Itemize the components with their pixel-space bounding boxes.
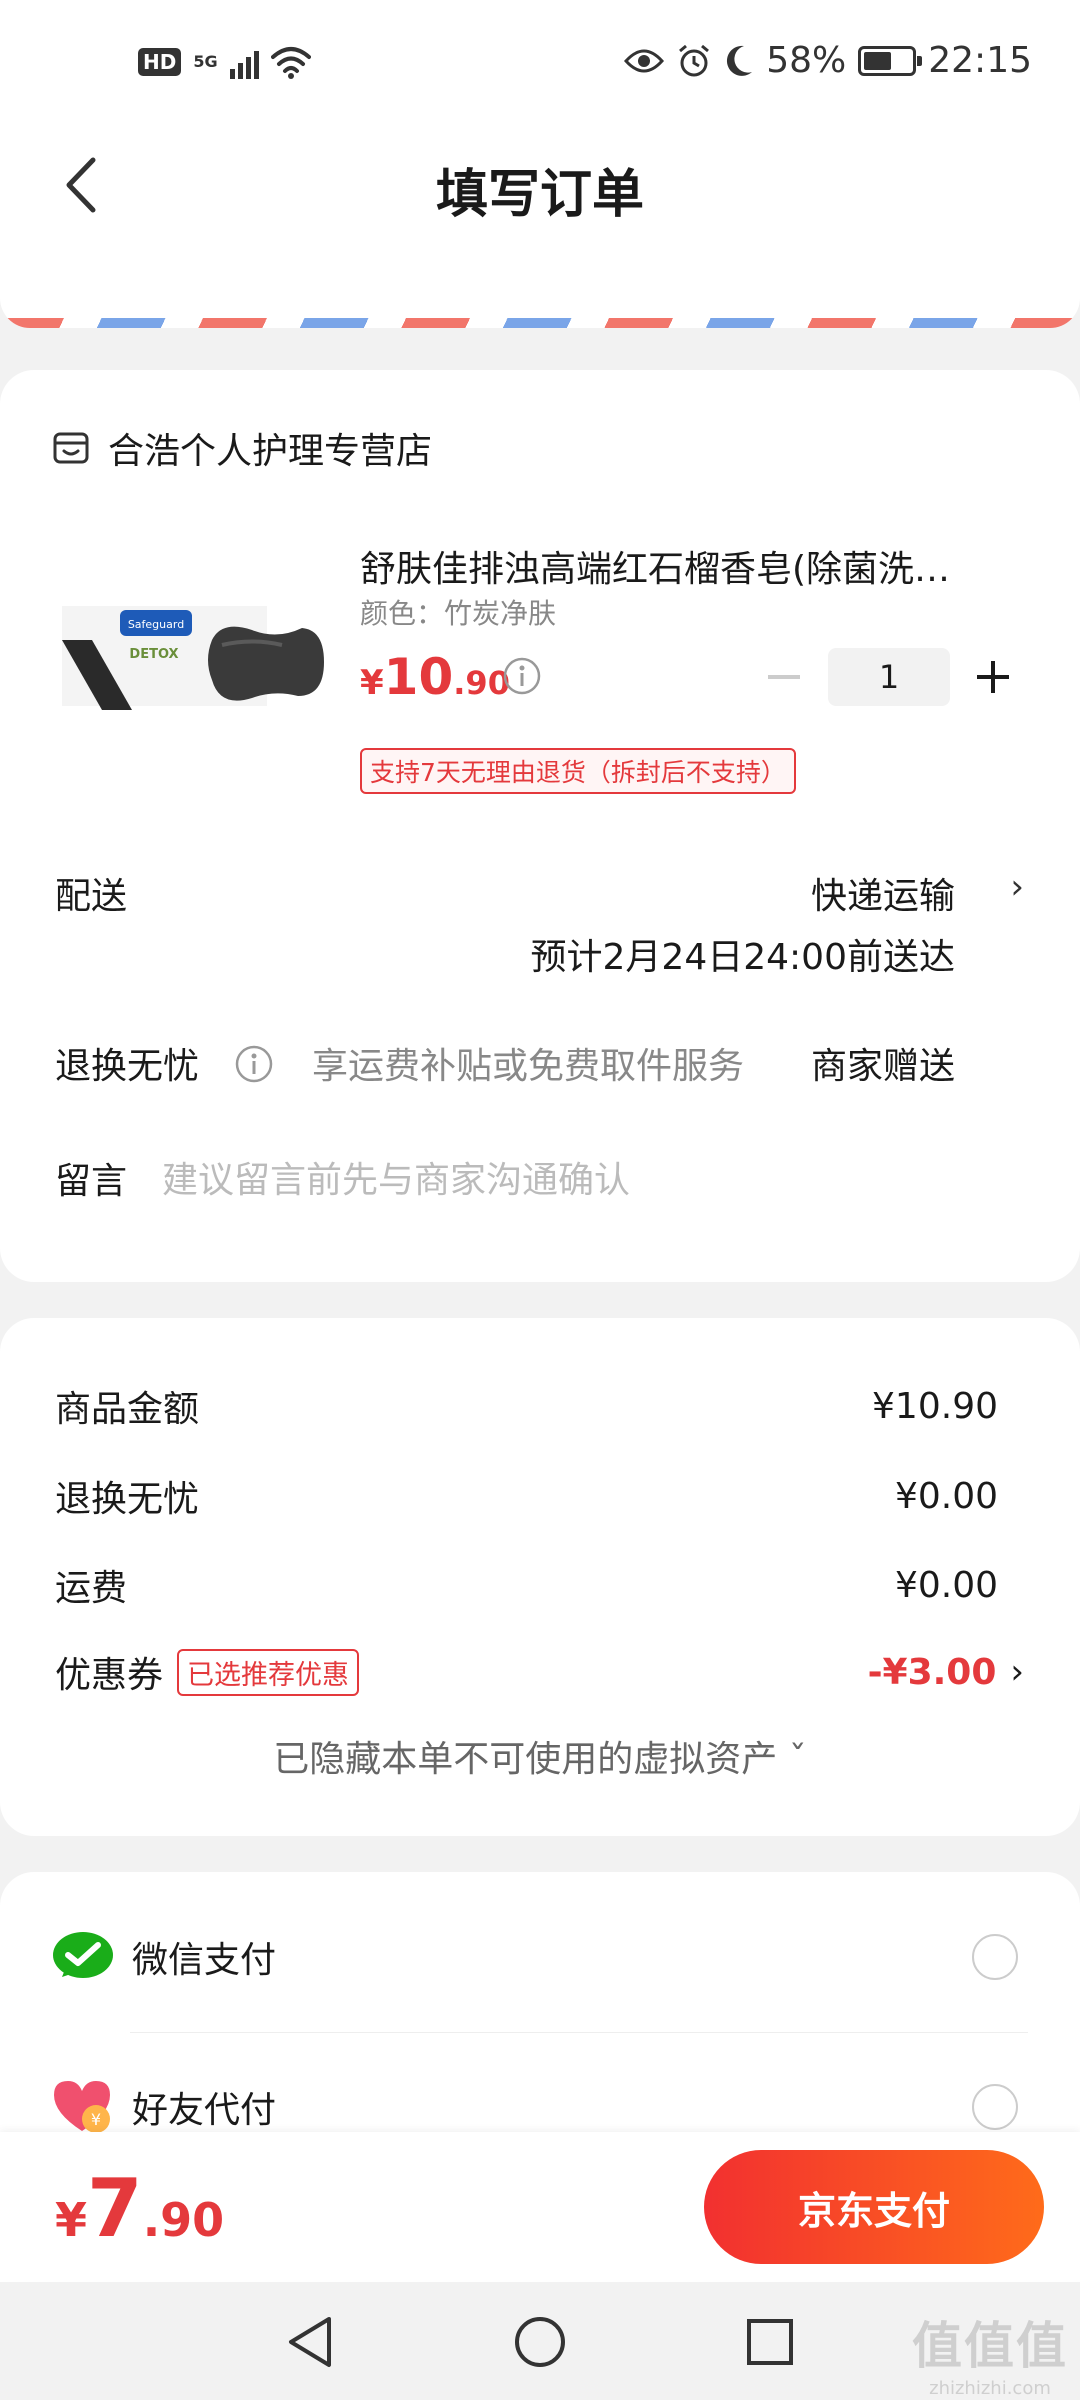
clock: 22:15 [928,40,1032,81]
alarm-icon [679,44,710,76]
price-info-icon[interactable] [502,656,542,696]
product-image[interactable]: Safeguard DETOX [62,600,324,720]
coupon-amount: -¥3.00 [867,1651,997,1693]
friend-pay-heart-icon: ¥ [54,2081,110,2133]
delivery-method[interactable]: 快递运输 [811,867,955,919]
hd-badge: HD [138,48,182,76]
wechat-pay-icon [53,1932,113,1978]
return-info-icon[interactable] [234,1044,274,1084]
battery-percent: 58% [766,40,847,81]
divider [130,2032,1028,2033]
chevron-right-icon[interactable]: › [1010,867,1024,907]
delivery-label: 配送 [55,876,128,917]
payment-methods-card: 微信支付 ¥ 好友代付 [0,1872,1080,2133]
message-input[interactable] [162,1152,1012,1208]
wechat-pay-option[interactable]: 微信支付 [52,1917,1028,1997]
goods-amount-label: 商品金额 [55,1389,200,1430]
return-fee-label: 退换无忧 [55,1479,200,1520]
battery-icon [858,45,923,76]
order-card: 合浩个人护理专营店 Safeguard DETOX 舒肤佳排浊高端红石榴香皂(除… [0,370,1080,1282]
wechat-pay-radio[interactable] [972,1934,1018,1980]
return-worry-desc: 享运费补贴或免费取件服务 [312,1046,745,1087]
message-label: 留言 [55,1161,128,1202]
square-recents-icon [747,2319,793,2365]
return-fee-row: 退换无忧 ¥0.00 [55,1470,998,1522]
shop-icon [53,432,89,464]
delivery-eta: 预计2月24日24:00前送达 [530,937,955,978]
quantity-decrease-button[interactable] [754,648,814,706]
network-type: 5G [193,52,218,71]
eye-icon [624,49,665,72]
address-card[interactable] [0,240,1080,328]
shop-name: 合浩个人护理专营店 [108,431,433,472]
goods-amount: ¥10.90 [872,1385,998,1427]
product-spec: 颜色：竹炭净肤 [360,597,557,630]
coupon-row[interactable]: 优惠券 已选推荐优惠 -¥3.00 › [55,1646,1024,1698]
wechat-pay-label: 微信支付 [132,1940,277,1981]
jd-pay-button[interactable]: 京东支付 [704,2150,1044,2264]
shipping-row: 运费 ¥0.00 [55,1559,998,1611]
system-nav-bar: 值值值 zhizhizhi.com [0,2282,1080,2400]
friend-pay-label: 好友代付 [132,2090,277,2131]
quantity-stepper: 1 [754,648,1022,706]
triangle-back-icon [289,2317,331,2367]
shipping-label: 运费 [55,1568,128,1609]
watermark: 值值值 zhizhizhi.com [912,2317,1068,2399]
quantity-increase-button[interactable] [964,648,1022,706]
quantity-input[interactable]: 1 [828,648,950,706]
circle-home-icon [515,2317,565,2367]
minus-icon [768,675,800,679]
svg-text:DETOX: DETOX [129,647,178,662]
status-right: 58% 22:15 [624,40,1032,81]
coupon-badge: 已选推荐优惠 [177,1648,360,1696]
nav-home-button[interactable] [510,2312,570,2372]
coupon-label: 优惠券 [55,1655,164,1696]
return-worry-label: 退换无忧 [55,1046,200,1087]
chevron-right-icon: › [1010,1652,1024,1692]
airmail-border [0,318,1080,328]
nav-recents-button[interactable] [740,2312,800,2372]
hidden-assets-toggle[interactable]: 已隐藏本单不可使用的虚拟资产 ˇ [0,1730,1080,1782]
coupon-label-group: 优惠券 已选推荐优惠 [55,1646,360,1698]
shop-header[interactable]: 合浩个人护理专营店 [52,422,432,474]
page-title: 填写订单 [435,165,644,225]
coupon-value-group: -¥3.00 › [868,1652,1024,1693]
goods-amount-row: 商品金额 ¥10.90 [55,1380,998,1432]
price-summary-card: 商品金额 ¥10.90 退换无忧 ¥0.00 运费 ¥0.00 优惠券 已选推荐… [0,1318,1080,1836]
product-price: ¥10.90 [360,648,510,706]
shipping-amount: ¥0.00 [894,1564,998,1606]
status-bar: HD 5G 58% 22:15 [0,0,1080,130]
status-left: HD 5G [138,45,311,79]
wifi-icon [270,47,311,79]
checkout-bar: ¥7.90 京东支付 [0,2132,1080,2282]
svg-text:Safeguard: Safeguard [128,618,184,631]
return-worry-value: 商家赠送 [810,1046,955,1087]
return-policy-badge: 支持7天无理由退货（拆封后不支持） [360,748,796,794]
moon-icon [727,45,753,76]
product-title[interactable]: 舒肤佳排浊高端红石榴香皂(除菌洗… [360,540,1010,592]
total-price: ¥7.90 [55,2162,225,2255]
plus-icon [977,661,1009,693]
signal-icon [229,45,259,79]
page-header: 填写订单 [0,130,1080,240]
return-fee-amount: ¥0.00 [894,1475,998,1517]
nav-back-button[interactable] [280,2312,340,2372]
friend-pay-radio[interactable] [972,2084,1018,2130]
svg-text:¥: ¥ [91,2110,101,2129]
